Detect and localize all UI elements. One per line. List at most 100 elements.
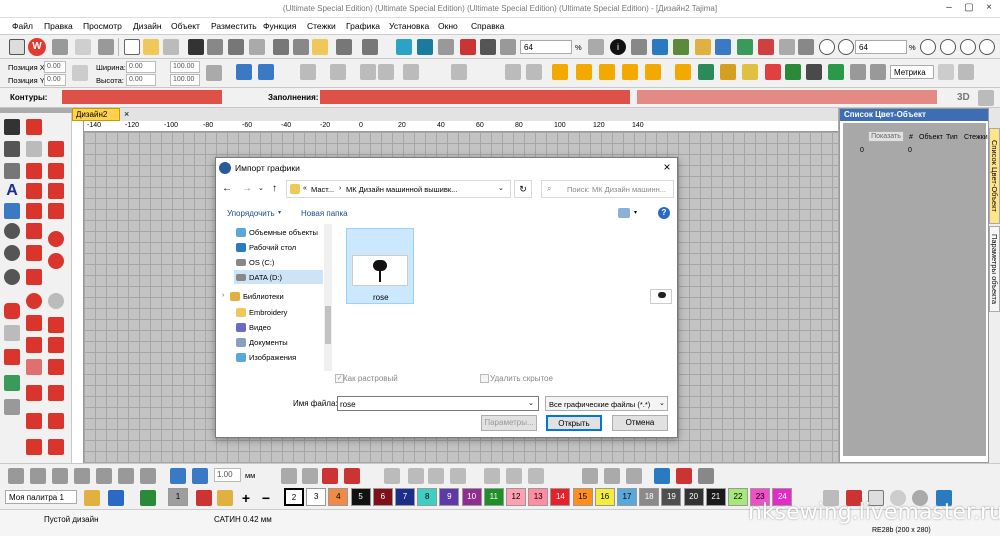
filetype-select[interactable]: Все графические файлы (*.*) ⌄ <box>545 396 668 411</box>
refresh-icon[interactable]: ↻ <box>514 180 532 198</box>
color-swatch-0[interactable]: 1 <box>168 488 188 506</box>
menu-graphics[interactable]: Графика <box>346 21 380 31</box>
paint-bucket-icon[interactable] <box>322 468 338 484</box>
corner-icon[interactable] <box>450 468 466 484</box>
slow-redraw-icon[interactable] <box>417 39 433 55</box>
close-tab-icon[interactable]: × <box>124 110 133 119</box>
color-swatch-14[interactable]: 15 <box>572 488 593 506</box>
color-picker-icon[interactable] <box>196 490 212 506</box>
filetype-dropdown-icon[interactable]: ⌄ <box>659 399 665 407</box>
menu-arrange[interactable]: Разместить <box>211 21 257 31</box>
design-tab[interactable]: Дизайн2 <box>72 108 120 121</box>
color-swatch-17[interactable]: 18 <box>639 488 660 506</box>
bow-icon[interactable] <box>48 359 64 375</box>
motif-icon[interactable] <box>622 64 638 80</box>
mirror-h-icon[interactable] <box>300 64 316 80</box>
select-arrow-icon[interactable] <box>4 119 20 135</box>
menu-file[interactable]: Файл <box>12 21 33 31</box>
zoom-1to1-icon[interactable] <box>960 39 976 55</box>
height-field[interactable]: 0.00 <box>126 74 156 86</box>
remove-hidden-checkbox[interactable] <box>480 374 489 383</box>
color-swatch-9[interactable]: 10 <box>461 488 482 506</box>
circle3-icon[interactable] <box>4 269 20 285</box>
nav-item-desktop[interactable]: Рабочий стол <box>234 240 329 254</box>
settings-tool-icon[interactable] <box>9 39 25 55</box>
dialog-close-icon[interactable]: × <box>660 160 674 174</box>
align-icon[interactable] <box>236 64 252 80</box>
zoom-combo[interactable]: 64 <box>520 40 572 54</box>
group-icon[interactable] <box>8 468 24 484</box>
wave-icon[interactable] <box>48 203 64 219</box>
smooth-icon[interactable] <box>428 468 444 484</box>
reshape-icon[interactable] <box>26 119 42 135</box>
menu-function[interactable]: Функция <box>263 21 296 31</box>
zoom-fit-icon[interactable] <box>920 39 936 55</box>
sequence-icon[interactable] <box>582 468 598 484</box>
nav-item-pictures[interactable]: Изображения <box>234 350 329 364</box>
help-icon[interactable]: ? <box>658 207 670 219</box>
show-functions-icon[interactable] <box>798 39 814 55</box>
applique-icon[interactable] <box>698 64 714 80</box>
zoom-tool-icon[interactable] <box>588 39 604 55</box>
wilcom-logo-icon[interactable]: W <box>28 38 46 56</box>
color-swatch-1[interactable]: 2 <box>284 488 304 506</box>
lettering-icon[interactable] <box>720 64 736 80</box>
remove-color-icon[interactable]: − <box>258 490 274 506</box>
align-nodes-icon[interactable] <box>408 468 424 484</box>
garment-icon[interactable] <box>140 490 156 506</box>
nav-item-drive-d[interactable]: DATA (D:) <box>234 270 323 284</box>
zigzag-icon[interactable] <box>676 468 692 484</box>
proportion-lock-icon[interactable] <box>206 65 222 81</box>
pentagon-icon[interactable] <box>26 203 42 219</box>
bucket-fill-icon[interactable] <box>217 490 233 506</box>
view-3d-button[interactable]: 3D <box>957 92 970 103</box>
knife-icon[interactable] <box>4 349 20 365</box>
menu-stitches[interactable]: Стежки <box>307 21 336 31</box>
rotate-icon[interactable] <box>378 64 394 80</box>
distribute-icon[interactable] <box>258 64 274 80</box>
arc-icon[interactable] <box>26 223 42 239</box>
blackwork-icon[interactable] <box>48 317 64 333</box>
effects-icon[interactable] <box>675 64 691 80</box>
color-swatch-20[interactable]: 21 <box>705 488 726 506</box>
print-preview-icon[interactable] <box>249 39 265 55</box>
monogram-tool-icon[interactable] <box>4 203 20 219</box>
color-swatch-8[interactable]: 9 <box>439 488 460 506</box>
ruler-icon[interactable] <box>958 64 974 80</box>
color-swatch-5[interactable]: 6 <box>372 488 393 506</box>
freehand-icon[interactable] <box>48 141 64 157</box>
close-path-icon[interactable] <box>528 468 544 484</box>
pos-x-field[interactable]: 0.00 <box>44 61 66 73</box>
shirt-icon[interactable] <box>785 64 801 80</box>
info-icon[interactable]: i <box>610 39 626 55</box>
forward-arrow-icon[interactable]: → <box>242 183 254 195</box>
save-icon[interactable] <box>188 39 204 55</box>
show-graphics-icon[interactable] <box>673 39 689 55</box>
fill-shape-icon[interactable] <box>26 183 42 199</box>
up-arrow-icon[interactable]: ↑ <box>272 183 282 195</box>
node-add-icon[interactable] <box>484 468 500 484</box>
nav-scrollbar[interactable] <box>324 224 332 371</box>
hoop-view-icon[interactable] <box>828 64 844 80</box>
ungroup-icon[interactable] <box>30 468 46 484</box>
units-dropdown-icon[interactable] <box>938 64 954 80</box>
color-swatch-13[interactable]: 14 <box>550 488 571 506</box>
nav-item-drive-c[interactable]: OS (C:) <box>234 255 329 269</box>
panel-pin-icon[interactable] <box>989 108 1000 128</box>
combine-icon[interactable] <box>52 468 68 484</box>
hex-icon[interactable] <box>4 325 20 341</box>
cursor-icon[interactable] <box>654 468 670 484</box>
show-grid-icon[interactable] <box>715 39 731 55</box>
copy-icon[interactable] <box>293 39 309 55</box>
nav-item-embroidery[interactable]: Embroidery <box>234 305 329 319</box>
color-swatch-7[interactable]: 8 <box>417 488 438 506</box>
open-folder-icon[interactable] <box>143 39 159 55</box>
back-arrow-icon[interactable]: ← <box>222 183 234 195</box>
menu-object[interactable]: Объект <box>171 21 200 31</box>
cut-icon[interactable] <box>273 39 289 55</box>
ellipse-icon[interactable] <box>26 141 42 157</box>
feather-icon[interactable] <box>26 413 42 429</box>
menu-window[interactable]: Окно <box>438 21 458 31</box>
monitor-icon[interactable] <box>631 39 647 55</box>
subtract-icon[interactable] <box>118 468 134 484</box>
